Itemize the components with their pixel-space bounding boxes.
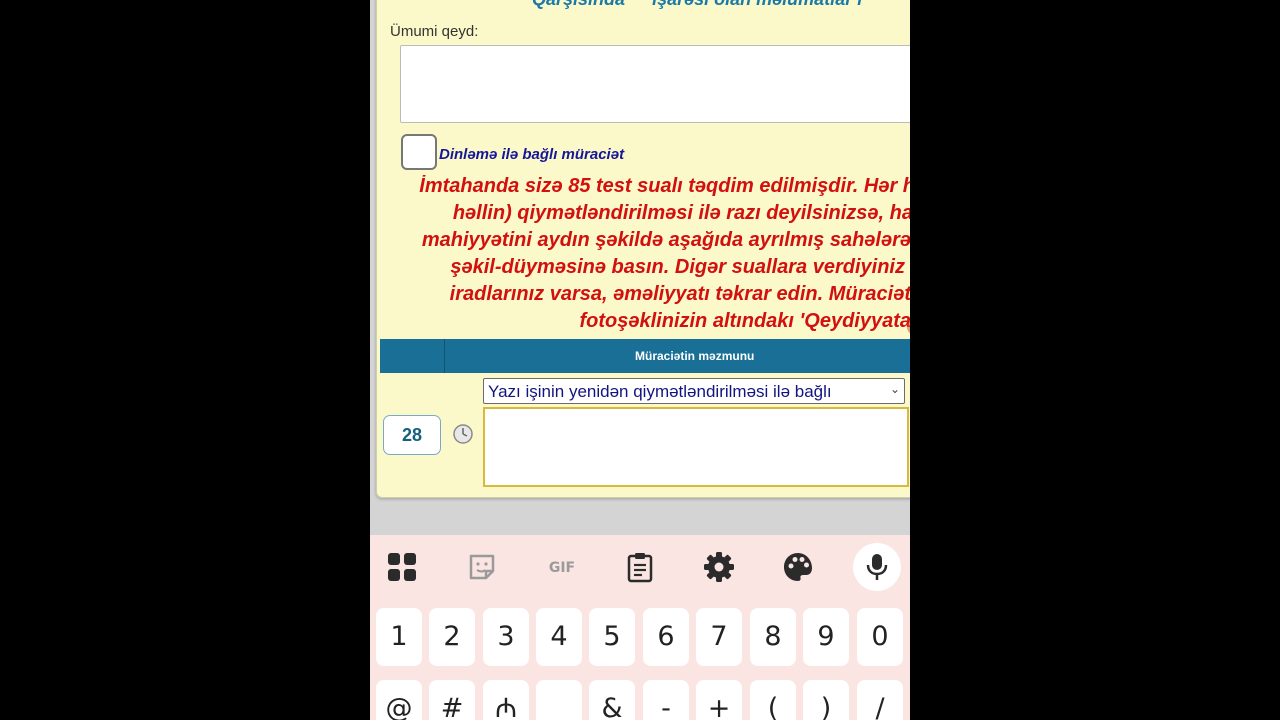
appeal-topic-select[interactable]: Yazı işinin yenidən qiymətləndirilməsi i… (483, 378, 905, 404)
key-8[interactable]: 8 (750, 608, 796, 666)
key-1[interactable]: 1 (376, 608, 422, 666)
microphone-icon (866, 554, 888, 580)
key-close-paren[interactable]: ) (803, 680, 849, 720)
general-note-label: Ümumi qeyd: (390, 23, 479, 40)
key-5[interactable]: 5 (589, 608, 635, 666)
exam-warning-text: İmtahanda sizə 85 test sualı təqdim edil… (377, 175, 910, 335)
key-manat[interactable]: ₼ (483, 680, 529, 720)
voice-input-button[interactable] (853, 543, 901, 591)
appeal-table-header: Müraciətin məzmunu (380, 339, 910, 373)
key-slash[interactable]: / (857, 680, 903, 720)
clipboard-icon[interactable] (624, 551, 656, 583)
key-0[interactable]: 0 (857, 608, 903, 666)
question-number-field[interactable]: 28 (383, 415, 441, 455)
listening-appeal-label[interactable]: Dinləmə ilə bağlı müraciət (439, 146, 624, 163)
key-at[interactable]: @ (376, 680, 422, 720)
key-6[interactable]: 6 (643, 608, 689, 666)
key-3[interactable]: 3 (483, 608, 529, 666)
warning-line: iradlarınız varsa, əməliyyatı təkrar edi… (449, 283, 910, 305)
general-note-textarea[interactable] (400, 45, 910, 123)
settings-gear-icon[interactable] (703, 551, 735, 583)
gif-icon[interactable]: GIF (542, 551, 582, 583)
key-hash[interactable]: # (429, 680, 475, 720)
appeal-topic-value: Yazı işinin yenidən qiymətləndirilməsi i… (488, 382, 832, 401)
listening-appeal-checkbox[interactable] (401, 134, 437, 170)
chevron-down-icon: ⌄ (889, 382, 900, 396)
key-minus[interactable]: - (643, 680, 689, 720)
warning-line: həllin) qiymətləndirilməsi ilə razı deyi… (452, 202, 910, 224)
warning-line: fotoşəklinizin altındakı 'Qeydiyyata (579, 310, 910, 332)
appeal-content-header: Müraciətin məzmunu (635, 349, 755, 363)
theme-palette-icon[interactable] (782, 551, 814, 583)
key-2[interactable]: 2 (429, 608, 475, 666)
svg-text:GIF: GIF (549, 560, 575, 576)
form-heading: Qarşısında "" işarəsi olan məlumatlar i (532, 0, 862, 10)
key-7[interactable]: 7 (696, 608, 742, 666)
key-4[interactable]: 4 (536, 608, 582, 666)
key-open-paren[interactable]: ( (750, 680, 796, 720)
warning-line: İmtahanda sizə 85 test sualı təqdim edil… (419, 175, 910, 197)
onscreen-keyboard: GIF 1 2 3 4 5 6 7 8 9 0 @ # ₼ & - + () … (370, 535, 910, 720)
key-9[interactable]: 9 (803, 608, 849, 666)
warning-line: şəkil-düyməsinə basın. Digər suallara ve… (450, 256, 905, 278)
key-plus[interactable]: + (696, 680, 742, 720)
phone-screen: Qarşısında "" işarəsi olan məlumatlar i … (370, 0, 910, 720)
key-ampersand[interactable]: & (589, 680, 635, 720)
appeal-text-input[interactable] (483, 407, 909, 487)
sticker-icon[interactable] (466, 551, 498, 583)
clock-icon[interactable] (452, 423, 474, 445)
apps-grid-icon[interactable] (386, 551, 418, 583)
warning-line: mahiyyətini aydın şəkildə aşağıda ayrılm… (421, 229, 910, 251)
header-number-cell (380, 339, 445, 373)
appeal-form-page: Qarşısında "" işarəsi olan məlumatlar i … (376, 0, 910, 498)
key-blank[interactable] (536, 680, 582, 720)
